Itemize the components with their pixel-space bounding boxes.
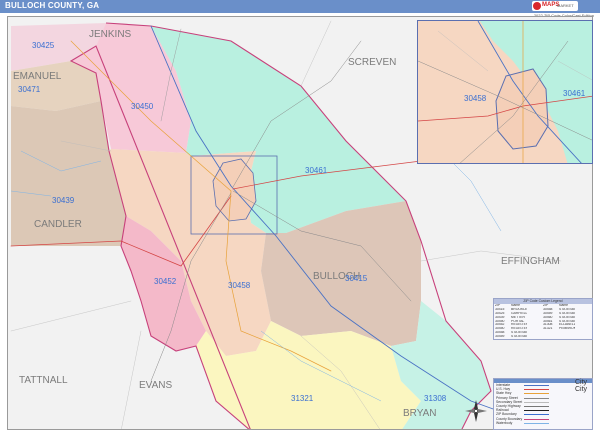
legend-line-swatch	[524, 418, 549, 420]
logo-mark-icon	[533, 2, 541, 10]
zip-label-30415: 30415	[345, 274, 368, 283]
county-label-bryan: BRYAN	[403, 408, 437, 419]
county-label-tattnall: TATTNALL	[19, 375, 68, 386]
zip-legend-cell	[527, 335, 543, 339]
inset-zip-label-30461: 30461	[563, 89, 586, 98]
zip-legend-grid: ZIP Name ZIP Name 30415 BROOKLET 30458 S…	[494, 304, 592, 339]
zip-label-31321: 31321	[291, 394, 314, 403]
zip-code-legend-table: ZIP Code Custom Legend ZIP Name ZIP Name…	[493, 298, 593, 340]
logo-subtext: MARKET	[557, 3, 574, 8]
inset-city-boundary	[495, 68, 549, 150]
county-label-screven: SCREVEN	[348, 57, 396, 68]
legend-row-label: Waterbody	[496, 420, 513, 425]
zip-legend-cell: 30459	[495, 335, 505, 339]
inset-zip-label-30458: 30458	[464, 94, 487, 103]
map-title: BULLOCH COUNTY, GA	[5, 1, 100, 10]
zip-legend-cell	[575, 335, 591, 339]
market-maps-logo: MAPS MARKET	[532, 1, 578, 11]
zip-label-30425: 30425	[32, 41, 55, 50]
city-badge: City City	[571, 379, 591, 399]
zip-legend-cell: STATESBORO	[511, 335, 527, 339]
zip-label-30458: 30458	[228, 281, 251, 290]
zip-label-30452: 30452	[154, 277, 177, 286]
county-label-evans: EVANS	[139, 380, 172, 391]
legend-row: Waterbody	[494, 421, 592, 425]
zip-legend-cell	[559, 335, 575, 339]
zip-label-30450: 30450	[131, 102, 154, 111]
legend-line-swatch	[524, 422, 549, 424]
zip-label-30461: 30461	[305, 166, 328, 175]
legend-line-swatch	[524, 414, 549, 416]
legend-line-swatch	[524, 401, 549, 403]
legend-line-swatch	[524, 405, 549, 407]
legend-line-swatch	[524, 397, 549, 399]
legend-line-swatch	[524, 389, 549, 391]
zip-label-30471: 30471	[18, 85, 41, 94]
county-label-emanuel: EMANUEL	[13, 71, 62, 82]
zip-legend-cell	[543, 335, 559, 339]
statesboro-inset-map[interactable]: 30458 30461	[417, 20, 593, 164]
zip-label-31308: 31308	[424, 394, 447, 403]
county-label-jenkins: JENKINS	[89, 29, 132, 40]
city-badge-line1: City	[574, 379, 588, 386]
legend-line-swatch	[524, 393, 549, 395]
title-bar: BULLOCH COUNTY, GA MAPS MARKET	[0, 0, 600, 13]
county-label-candler: CANDLER	[34, 219, 82, 230]
legend-line-swatch	[524, 410, 549, 412]
inset-map-svg: 30458 30461	[418, 21, 592, 163]
city-badge-line2: City	[574, 386, 588, 393]
compass-rose-icon	[465, 400, 487, 422]
zip-label-30439: 30439	[52, 196, 75, 205]
legend-line-swatch	[524, 385, 549, 386]
county-label-effingham: EFFINGHAM	[501, 256, 560, 267]
